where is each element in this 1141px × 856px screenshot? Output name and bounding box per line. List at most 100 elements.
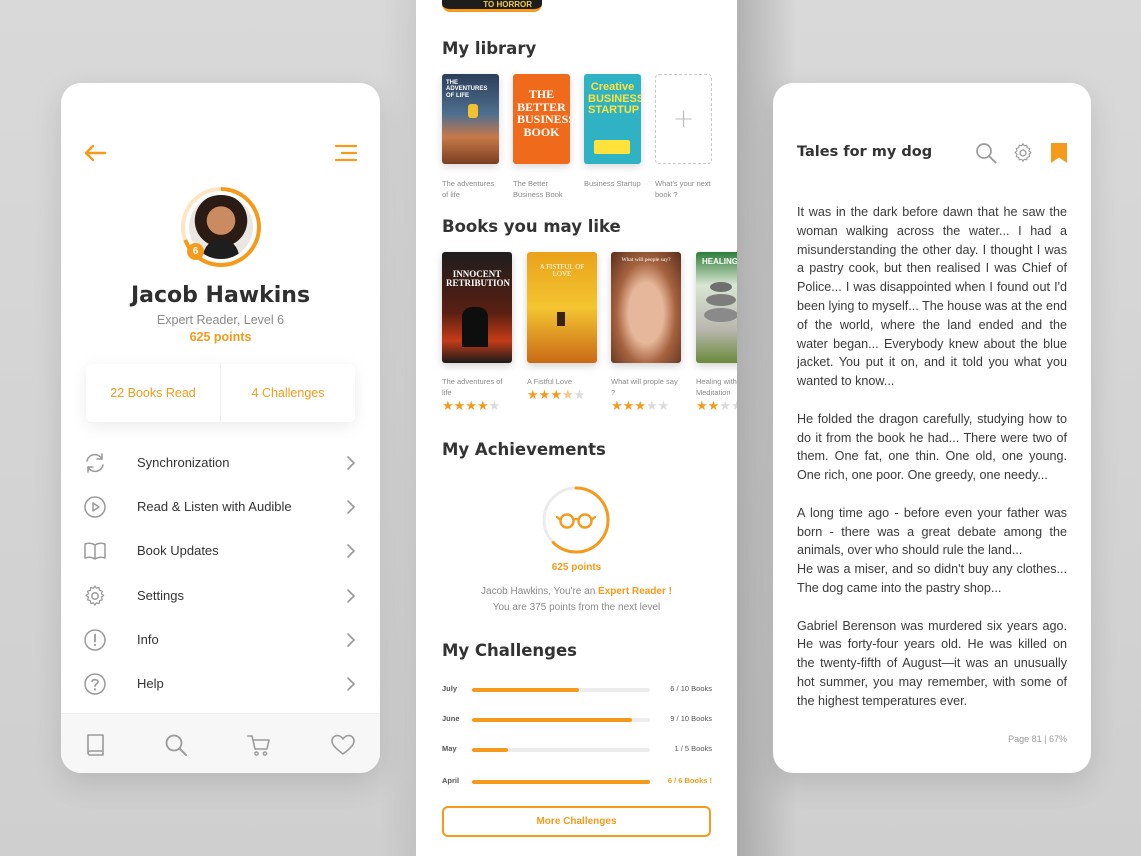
- star-icon: ★: [442, 399, 454, 414]
- library-book[interactable]: THE ADVENTURES OF LIFE The adventures of…: [442, 74, 499, 200]
- more-challenges-button[interactable]: More Challenges: [442, 806, 711, 837]
- book-caption: The adventures of life: [442, 377, 503, 397]
- star-icon: ★: [465, 399, 477, 414]
- profile-menu: Synchronization Read & Listen with Audib…: [61, 441, 380, 706]
- menu-item-audible[interactable]: Read & Listen with Audible: [61, 485, 380, 529]
- bookmark-icon[interactable]: [1048, 142, 1070, 164]
- challenge-row[interactable]: July 6 / 10 Books: [442, 684, 712, 698]
- star-icon: ★: [488, 399, 501, 414]
- achievements-title: My Achievements: [442, 440, 606, 459]
- recommended-book[interactable]: INNOCENT RETRIBUTION The adventures of l…: [442, 252, 512, 414]
- menu-item-synchronization[interactable]: Synchronization: [61, 441, 380, 485]
- challenge-row[interactable]: June 9 / 10 Books: [442, 714, 712, 728]
- challenge-progress-fill: [472, 688, 579, 692]
- achievement-message: Jacob Hawkins, You're an Expert Reader !: [481, 586, 672, 597]
- menu-item-label: Book Updates: [137, 543, 219, 559]
- book-cover: INNOCENT RETRIBUTION: [442, 252, 512, 363]
- star-icon: ★: [696, 399, 708, 414]
- library-screen: TO HORROR My library THE ADVENTURES OF L…: [416, 0, 737, 856]
- search-icon[interactable]: [975, 142, 997, 164]
- challenge-count: 6 / 10 Books: [670, 684, 712, 693]
- challenge-progress-bar: [472, 748, 650, 752]
- star-icon: ★: [573, 388, 586, 403]
- star-icon: ★: [730, 399, 737, 414]
- challenge-progress-fill: [472, 780, 650, 784]
- play-icon: [84, 496, 106, 518]
- add-book-slot[interactable]: + What's your next book ?: [655, 74, 712, 200]
- recommended-book[interactable]: A FISTFUL OF LOVE A Fistful Love ★★★★★: [527, 252, 597, 403]
- paragraph: It was in the dark before dawn that he s…: [797, 205, 1067, 389]
- search-icon[interactable]: [163, 732, 189, 758]
- rating-stars: ★★★★★: [696, 400, 737, 414]
- challenge-count: 9 / 10 Books: [670, 714, 712, 723]
- profile-level: Expert Reader, Level 6: [156, 313, 285, 327]
- challenges-stat[interactable]: 4 Challenges: [220, 364, 355, 422]
- challenge-month: May: [442, 744, 457, 753]
- info-icon: [84, 629, 106, 651]
- book-cover: A FISTFUL OF LOVE: [527, 252, 597, 363]
- bottom-nav: [61, 713, 380, 773]
- challenge-month: June: [442, 714, 460, 723]
- sync-icon: [86, 453, 104, 473]
- avatar[interactable]: 6: [181, 187, 261, 267]
- challenge-row[interactable]: May 1 / 5 Books: [442, 744, 712, 758]
- help-icon: [84, 673, 106, 695]
- achievement-points: 625 points: [551, 562, 602, 573]
- star-icon: ★: [611, 399, 623, 414]
- book-cover: THE BETTER BUSINESS BOOK: [513, 74, 570, 164]
- challenge-month: July: [442, 684, 458, 693]
- achievement-next-level: You are 375 points from the next level: [492, 602, 661, 613]
- chevron-right-icon: [347, 500, 356, 514]
- books-read-stat[interactable]: 22 Books Read: [86, 364, 220, 422]
- star-icon: ★: [476, 399, 489, 414]
- paragraph: Gabriel Berenson was murdered six years …: [797, 618, 1067, 708]
- book-icon[interactable]: [83, 732, 109, 758]
- menu-item-label: Synchronization: [137, 455, 230, 470]
- profile-points: 625 points: [189, 330, 252, 344]
- book-cover: What will people say?: [611, 252, 681, 363]
- star-icon: ★: [645, 399, 658, 414]
- recommended-title: Books you may like: [442, 217, 621, 236]
- star-icon: ★: [550, 388, 562, 403]
- gear-icon[interactable]: [1012, 142, 1034, 164]
- stats-box: 22 Books Read 4 Challenges: [86, 364, 355, 422]
- add-book-button[interactable]: +: [655, 74, 712, 164]
- book-caption: The adventures of life: [442, 179, 495, 199]
- menu-item-label: Info: [137, 631, 159, 647]
- book-cover[interactable]: TO HORROR: [442, 0, 542, 12]
- level-badge: 6: [187, 243, 204, 260]
- recommended-book[interactable]: What will people say? What will prople s…: [611, 252, 681, 414]
- book-caption: The Better Business Book: [513, 179, 563, 199]
- back-arrow-icon[interactable]: [83, 143, 107, 163]
- menu-item-settings[interactable]: Settings: [61, 574, 380, 618]
- library-book[interactable]: Creative BUSINESS STARTUP Business Start…: [584, 74, 641, 189]
- book-caption: A Fistful Love: [527, 377, 573, 386]
- book-title: Tales for my dog: [797, 144, 933, 160]
- challenge-progress-fill: [472, 748, 508, 752]
- chevron-right-icon: [347, 544, 356, 559]
- library-book[interactable]: THE BETTER BUSINESS BOOK The Better Busi…: [513, 74, 570, 200]
- background-shadow: [380, 0, 416, 856]
- book-cover: THE ADVENTURES OF LIFE: [442, 74, 499, 164]
- menu-item-info[interactable]: Info: [61, 618, 380, 662]
- menu-item-book-updates[interactable]: Book Updates: [61, 529, 380, 573]
- challenge-row[interactable]: April 6 / 6 Books !: [442, 776, 712, 790]
- my-library-title: My library: [442, 39, 537, 58]
- menu-icon[interactable]: [334, 143, 358, 163]
- rating-stars: ★★★★★: [527, 389, 597, 403]
- book-caption: Business Startup: [584, 179, 641, 188]
- rating-stars: ★★★★★: [611, 400, 681, 414]
- challenge-progress-fill: [472, 718, 633, 722]
- challenge-month: April: [442, 776, 460, 785]
- recommended-book[interactable]: HEALING Healing with Meditation ★★★★★: [696, 252, 737, 414]
- cart-icon[interactable]: [246, 732, 272, 758]
- library-list: THE ADVENTURES OF LIFE The adventures of…: [442, 74, 737, 204]
- achievement-ring: [542, 486, 610, 554]
- challenge-progress-bar: [472, 718, 650, 722]
- book-cover: Creative BUSINESS STARTUP: [584, 74, 641, 164]
- menu-item-label: Help: [137, 675, 164, 691]
- star-icon: ★: [657, 399, 670, 414]
- menu-item-help[interactable]: Help: [61, 662, 380, 706]
- heart-icon[interactable]: [330, 732, 356, 758]
- star-icon: ★: [527, 388, 539, 403]
